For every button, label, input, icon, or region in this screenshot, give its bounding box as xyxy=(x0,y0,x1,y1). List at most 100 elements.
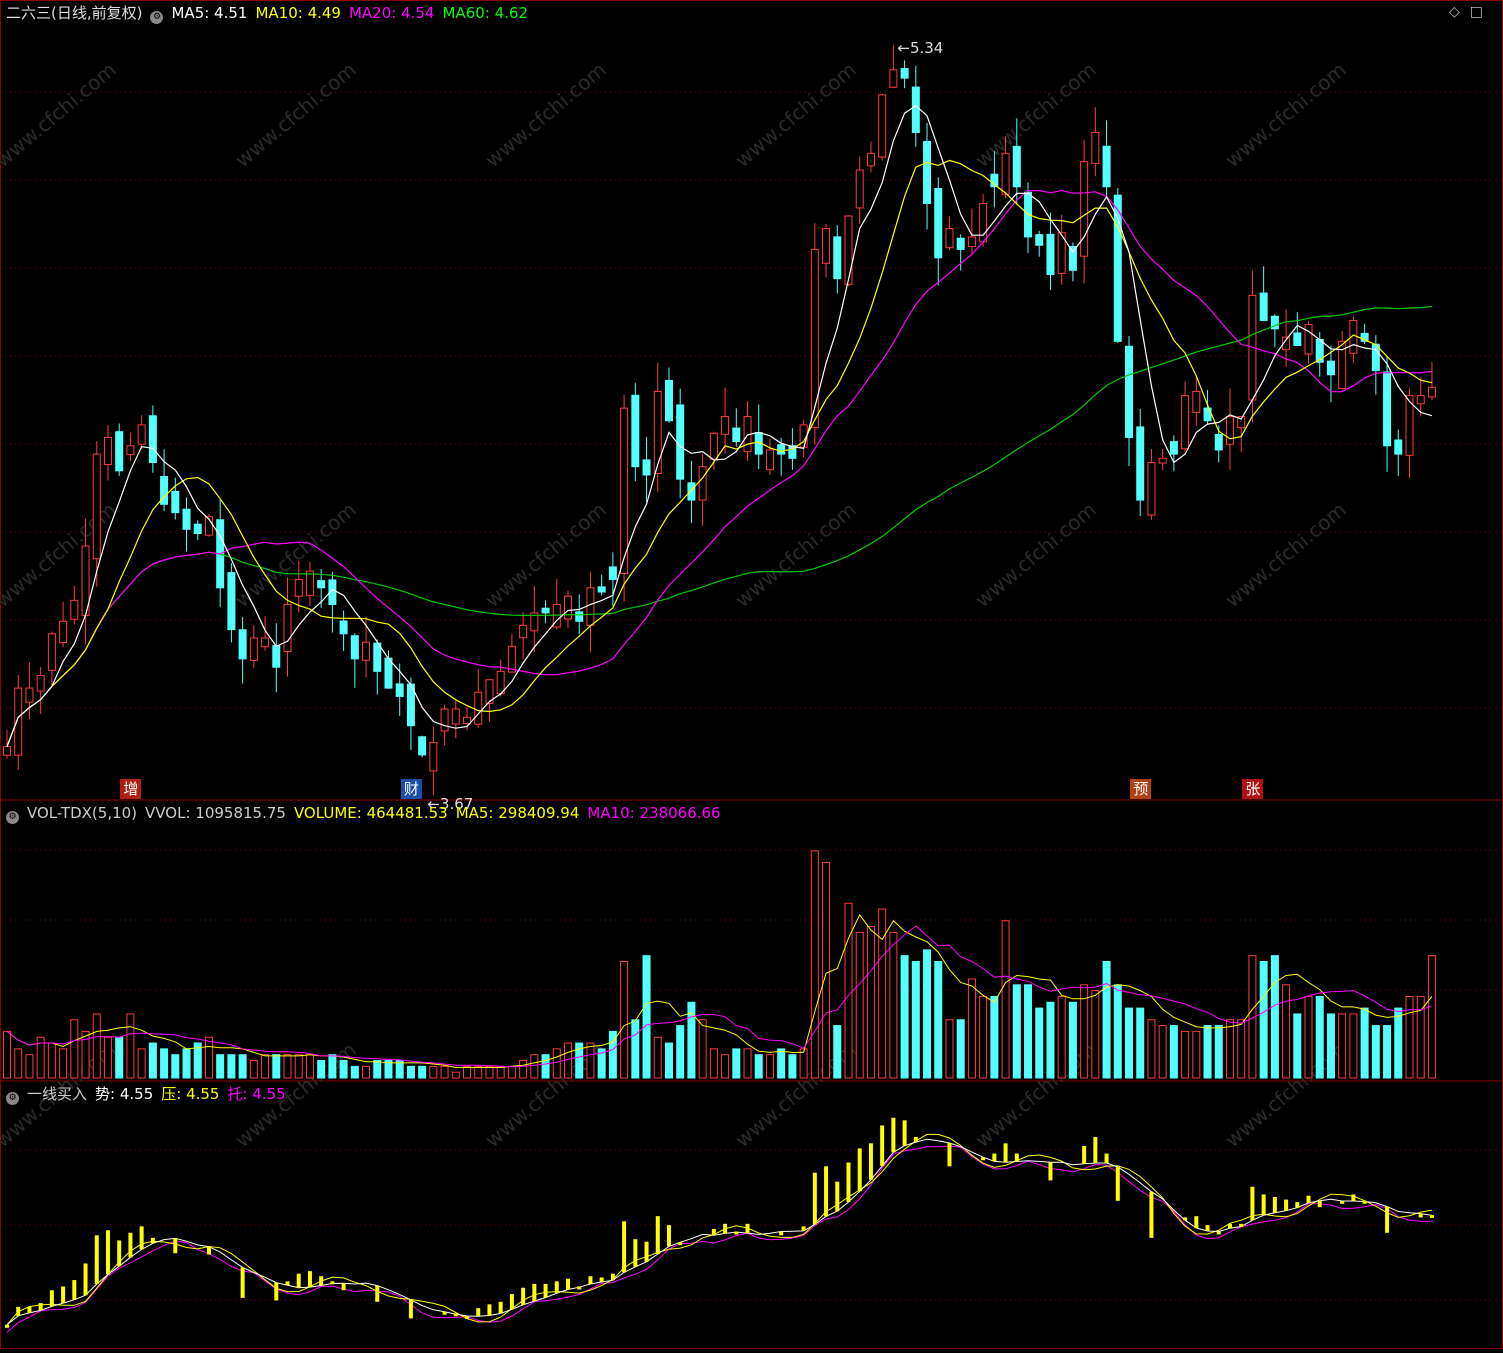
ya-line xyxy=(6,1133,1432,1326)
candle-body xyxy=(698,466,707,501)
buy-signal-bar xyxy=(72,1280,77,1300)
candle-body xyxy=(395,683,404,697)
volume-bar xyxy=(777,1048,786,1079)
candle-body xyxy=(878,94,887,158)
candle-body xyxy=(92,453,101,560)
volume-bar xyxy=(530,1054,539,1079)
candle-body xyxy=(36,675,45,692)
candle-body xyxy=(597,586,606,593)
candle-body xyxy=(440,708,449,732)
watermark-text: www.cfchi.com xyxy=(1220,497,1350,612)
buy-signal-bar xyxy=(880,1125,885,1166)
volume-bar xyxy=(799,1048,808,1079)
volume-bar xyxy=(653,1036,662,1079)
candle-body xyxy=(1068,246,1077,271)
candle-body xyxy=(451,708,460,725)
event-marker[interactable]: 张 xyxy=(1242,779,1264,799)
buy-signal-bar xyxy=(319,1276,324,1286)
candle-body xyxy=(608,566,617,580)
candle-body xyxy=(575,611,584,622)
buy-signal-bar xyxy=(94,1235,99,1285)
buy-signal-bar xyxy=(465,1315,470,1319)
candle-body xyxy=(1214,433,1223,451)
volume-bar xyxy=(732,1048,741,1079)
buy-signal-bar xyxy=(1082,1145,1087,1164)
candle-body xyxy=(687,482,696,501)
ma60-label: MA60: 4.62 xyxy=(442,4,528,22)
candle-body xyxy=(911,86,920,133)
event-marker[interactable]: 预 xyxy=(1130,779,1152,799)
volume-bar xyxy=(1338,1013,1347,1079)
buy-signal-bar xyxy=(375,1285,380,1302)
candle-body xyxy=(1158,457,1167,464)
vol-settings-icon[interactable]: ⚙ xyxy=(6,811,19,824)
buy-signal-bar xyxy=(846,1162,851,1202)
buy-signal-bar xyxy=(139,1226,144,1250)
volume-bar xyxy=(631,1019,640,1079)
event-marker[interactable]: 财 xyxy=(400,779,422,799)
square-icon[interactable]: □ xyxy=(1470,4,1493,20)
buy-signal-bar xyxy=(1104,1153,1109,1163)
candle-body xyxy=(474,691,483,725)
volume-bar xyxy=(362,1065,371,1079)
watermark-text: www.cfchi.com xyxy=(1220,57,1350,172)
volume-bar xyxy=(552,1048,561,1079)
candle-body xyxy=(642,459,651,476)
ma10-line xyxy=(6,159,1433,747)
window-icons: ◇□ xyxy=(1449,4,1493,20)
buy-signal-bar xyxy=(5,1324,9,1328)
volume-bar xyxy=(844,902,853,1079)
candle-body xyxy=(934,187,943,259)
volume-bar xyxy=(1394,1007,1403,1079)
event-marker[interactable]: 增 xyxy=(120,779,142,799)
volume-bar xyxy=(3,1030,11,1079)
candle-body xyxy=(115,431,124,472)
volume-bar xyxy=(979,995,988,1079)
volume-bar xyxy=(1270,955,1279,1079)
candle-body xyxy=(1125,345,1133,438)
buy-signal-bar xyxy=(117,1240,122,1267)
candle-body xyxy=(833,236,842,280)
buy-signal-bar xyxy=(666,1225,671,1247)
volume-bar xyxy=(1237,1019,1246,1079)
candle-body xyxy=(103,436,112,466)
buy-signal-bar xyxy=(27,1306,32,1313)
candle-body xyxy=(721,416,730,435)
diamond-icon[interactable]: ◇ xyxy=(1449,4,1470,20)
buy-signal-bar xyxy=(633,1239,638,1267)
buy-signal-bar xyxy=(1340,1200,1345,1204)
volume-bar xyxy=(418,1065,427,1079)
settings-icon[interactable]: ⚙ xyxy=(150,11,164,24)
volume-bar xyxy=(126,1013,135,1079)
volume-bar xyxy=(1326,1013,1335,1079)
candle-body xyxy=(137,424,146,445)
volume-bar xyxy=(1181,1030,1190,1079)
volume-bar xyxy=(721,1054,730,1079)
candle-body xyxy=(1113,194,1122,342)
volume-bar xyxy=(1282,984,1291,1079)
buy-signal-bar xyxy=(476,1308,481,1317)
buy-signal-bar xyxy=(341,1283,346,1291)
candle-body xyxy=(305,570,314,596)
candle-body xyxy=(1371,343,1380,372)
volume-bar xyxy=(754,1054,763,1079)
ind-settings-icon[interactable]: ⚙ xyxy=(6,1092,19,1105)
watermark-text: www.cfchi.com xyxy=(730,497,860,612)
buy-signal-bar xyxy=(1418,1213,1423,1218)
volume-bar xyxy=(541,1054,550,1079)
volume-bar xyxy=(1001,920,1010,1079)
buy-signal-bar xyxy=(1284,1199,1289,1211)
volume-bar xyxy=(70,1019,79,1079)
volume-bar xyxy=(1203,1025,1212,1079)
volume-bar xyxy=(227,1054,236,1079)
candle-body xyxy=(317,580,326,589)
candle-body xyxy=(620,407,629,575)
buy-signal-bar xyxy=(61,1286,66,1304)
candle-body xyxy=(3,746,11,756)
candle-body xyxy=(148,415,157,463)
candle-body xyxy=(350,635,359,660)
volume-bar xyxy=(1012,984,1021,1079)
tuo-line xyxy=(6,1145,1432,1333)
volume-bar xyxy=(451,1071,460,1079)
candle-body xyxy=(182,508,191,530)
